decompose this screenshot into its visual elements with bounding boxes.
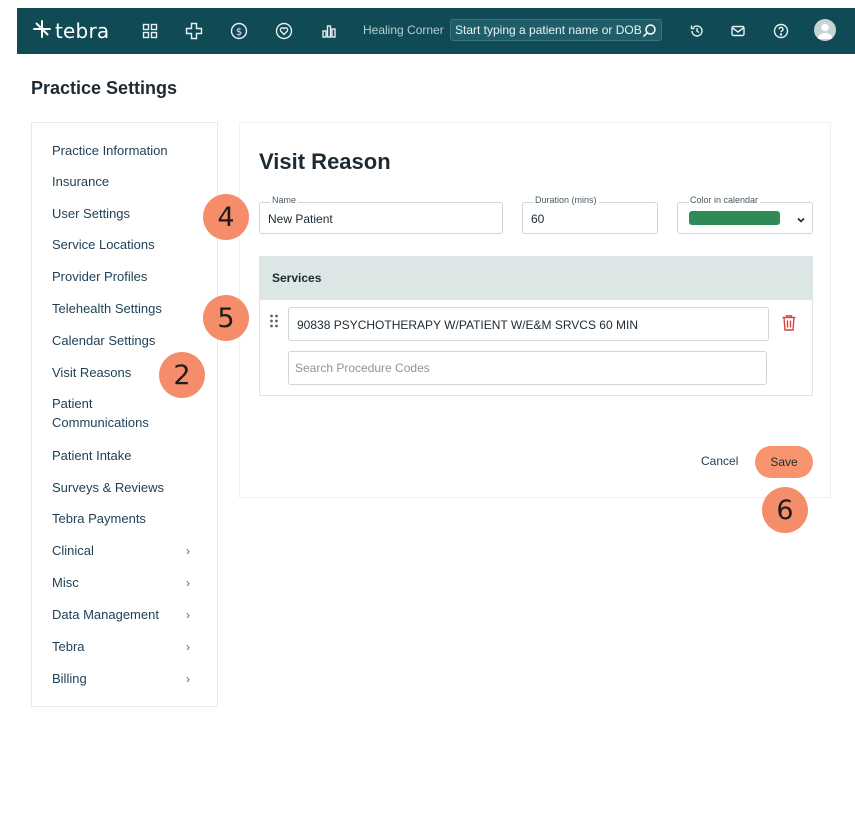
sidebar-item-label: Patient Intake: [52, 448, 132, 463]
sidebar-item-label: Tebra: [52, 639, 85, 654]
sidebar-item-label: User Settings: [52, 206, 131, 221]
sidebar-item-label-line2: Communications: [52, 415, 149, 430]
settings-sidebar: Practice Information Insurance User Sett…: [31, 122, 218, 707]
heart-icon[interactable]: [274, 21, 294, 41]
clinical-cross-icon[interactable]: [184, 21, 204, 41]
mail-icon[interactable]: [728, 21, 748, 41]
name-field-label: Name: [270, 195, 299, 205]
duration-input[interactable]: [531, 212, 639, 226]
sidebar-item-label: Clinical: [52, 543, 94, 558]
sidebar-item-label: Insurance: [52, 174, 110, 189]
patient-search-input[interactable]: [455, 22, 641, 38]
sidebar-item-label: Surveys & Reviews: [52, 480, 164, 495]
patient-search-box[interactable]: [450, 19, 662, 41]
sidebar-item-label: Calendar Settings: [52, 333, 156, 348]
logo-text: tebra: [55, 19, 110, 43]
sidebar-item-label: Service Locations: [52, 237, 155, 252]
sidebar-item-user-settings[interactable]: User Settings: [52, 204, 202, 224]
visit-reason-title: Visit Reason: [259, 149, 391, 174]
sidebar-item-label: Misc: [52, 575, 79, 590]
calendar-color-select[interactable]: Color in calendar: [677, 195, 813, 234]
sidebar-item-tebra[interactable]: Tebra ›: [52, 637, 202, 657]
dollar-icon[interactable]: $: [229, 21, 249, 41]
sidebar-item-patient-intake[interactable]: Patient Intake: [52, 446, 202, 466]
chevron-right-icon: ›: [186, 640, 190, 654]
sidebar-item-label: Visit Reasons: [52, 365, 132, 380]
procedure-search-input[interactable]: [295, 361, 735, 375]
sidebar-item-data-management[interactable]: Data Management ›: [52, 605, 202, 625]
sidebar-item-patient-communications[interactable]: Patient Communications: [52, 394, 202, 432]
services-header-label: Services: [272, 271, 322, 285]
visit-reason-card: Visit Reason Name Duration (mins) Color …: [239, 122, 831, 498]
services-section: Services 90838 PSYCHOTHERAPY W/PATIENT W…: [259, 256, 813, 396]
tebra-logo[interactable]: tebra: [33, 19, 109, 43]
history-icon[interactable]: [687, 21, 707, 41]
callout-step-2: 2: [159, 352, 205, 398]
sidebar-item-label: Data Management: [52, 607, 159, 622]
help-icon[interactable]: [771, 21, 791, 41]
duration-field[interactable]: Duration (mins): [522, 195, 658, 234]
cancel-button[interactable]: Cancel: [701, 454, 738, 468]
calendar-color-label: Color in calendar: [688, 195, 761, 205]
services-header: Services: [260, 257, 812, 300]
sidebar-item-billing[interactable]: Billing ›: [52, 669, 202, 689]
svg-text:$: $: [236, 27, 242, 38]
duration-field-label: Duration (mins): [533, 195, 599, 205]
drag-handle-icon[interactable]: [269, 313, 279, 329]
sidebar-item-label: Practice Information: [52, 143, 168, 158]
sidebar-item-insurance[interactable]: Insurance: [52, 172, 202, 192]
procedure-search-field[interactable]: [288, 351, 767, 385]
callout-step-5: 5: [203, 295, 249, 341]
sidebar-item-surveys-reviews[interactable]: Surveys & Reviews: [52, 478, 202, 498]
page-title: Practice Settings: [31, 78, 178, 98]
save-button[interactable]: Save: [755, 446, 813, 478]
sidebar-item-clinical[interactable]: Clinical ›: [52, 541, 202, 561]
sidebar-item-practice-information[interactable]: Practice Information: [52, 141, 202, 161]
sidebar-item-label: Billing: [52, 671, 87, 686]
chevron-right-icon: ›: [186, 544, 190, 558]
sidebar-item-service-locations[interactable]: Service Locations: [52, 235, 202, 255]
sidebar-item-tebra-payments[interactable]: Tebra Payments: [52, 509, 202, 529]
search-icon[interactable]: [642, 23, 657, 38]
name-field[interactable]: Name: [259, 195, 503, 234]
chevron-down-icon[interactable]: [796, 212, 806, 223]
callout-step-4: 4: [203, 194, 249, 240]
top-navigation-bar: tebra $ Healing Corner: [17, 8, 855, 54]
calendar-color-swatch: [689, 211, 780, 225]
chevron-right-icon: ›: [186, 672, 190, 686]
sidebar-item-label: Telehealth Settings: [52, 301, 162, 316]
chevron-right-icon: ›: [186, 576, 190, 590]
sidebar-item-provider-profiles[interactable]: Provider Profiles: [52, 267, 202, 287]
name-input[interactable]: [268, 212, 462, 226]
tebra-logo-mark-icon: [33, 20, 51, 42]
callout-step-6: 6: [762, 487, 808, 533]
service-item[interactable]: 90838 PSYCHOTHERAPY W/PATIENT W/E&M SRVC…: [288, 307, 769, 341]
bar-chart-icon[interactable]: [319, 21, 339, 41]
service-item-label: 90838 PSYCHOTHERAPY W/PATIENT W/E&M SRVC…: [297, 318, 638, 332]
sidebar-item-telehealth-settings[interactable]: Telehealth Settings: [52, 299, 202, 319]
grid-icon[interactable]: [140, 21, 160, 41]
sidebar-item-calendar-settings[interactable]: Calendar Settings: [52, 331, 202, 351]
avatar[interactable]: [814, 19, 836, 41]
practice-name[interactable]: Healing Corner: [363, 23, 444, 37]
sidebar-item-misc[interactable]: Misc ›: [52, 573, 202, 593]
sidebar-item-label: Tebra Payments: [52, 511, 146, 526]
chevron-right-icon: ›: [186, 608, 190, 622]
sidebar-item-label: Provider Profiles: [52, 269, 148, 284]
trash-icon[interactable]: [781, 314, 797, 332]
